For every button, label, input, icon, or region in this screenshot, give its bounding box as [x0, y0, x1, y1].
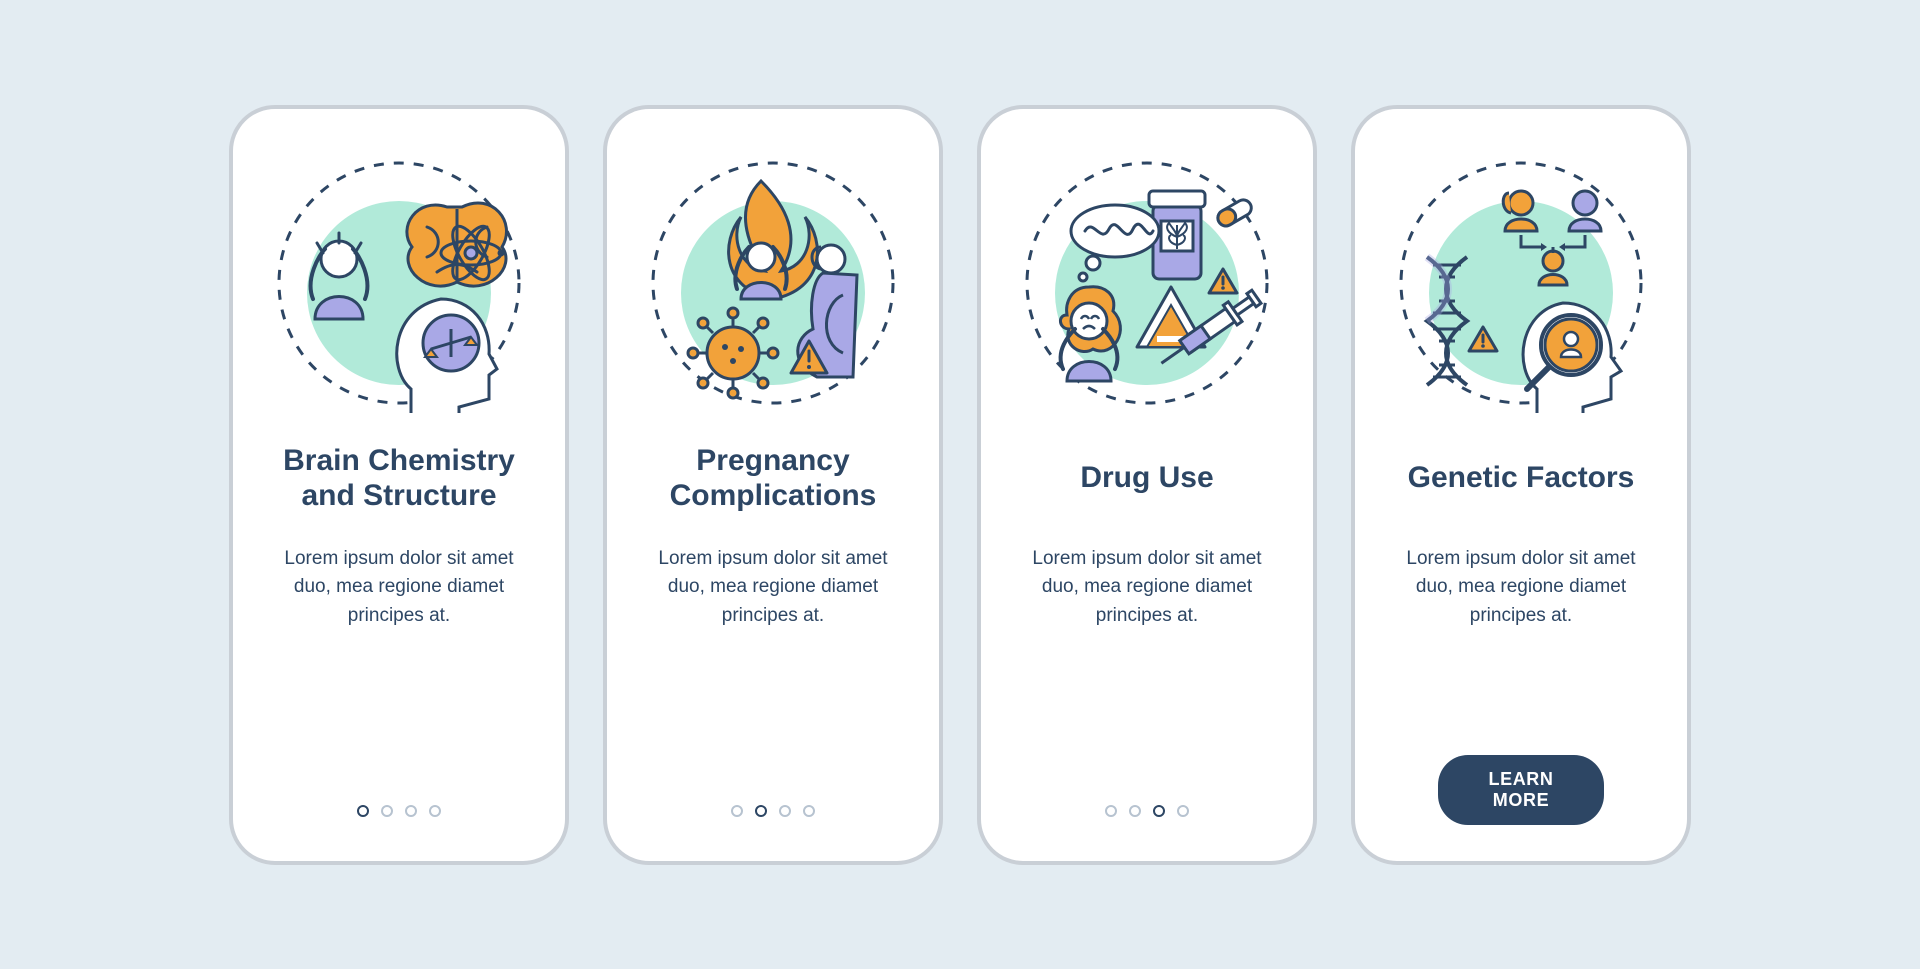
dot-3[interactable] [1153, 805, 1165, 817]
pagination-dots [981, 805, 1313, 817]
dot-2[interactable] [1129, 805, 1141, 817]
card-description: Lorem ipsum dolor sit amet duo, mea regi… [261, 545, 537, 631]
pagination-dots [607, 805, 939, 817]
card-pregnancy-complications: Pregnancy Complications Lorem ipsum dolo… [603, 105, 943, 865]
dot-4[interactable] [1177, 805, 1189, 817]
genetic-factors-icon [1391, 153, 1651, 413]
dot-3[interactable] [405, 805, 417, 817]
card-title: Brain Chemistry and Structure [277, 441, 521, 517]
brain-chemistry-icon [269, 153, 529, 413]
dot-1[interactable] [731, 805, 743, 817]
dot-3[interactable] [779, 805, 791, 817]
card-description: Lorem ipsum dolor sit amet duo, mea regi… [635, 545, 911, 631]
pagination-dots [233, 805, 565, 817]
dot-4[interactable] [429, 805, 441, 817]
card-genetic-factors: Genetic Factors Lorem ipsum dolor sit am… [1351, 105, 1691, 865]
card-title: Drug Use [1074, 441, 1219, 517]
dot-1[interactable] [1105, 805, 1117, 817]
card-description: Lorem ipsum dolor sit amet duo, mea regi… [1383, 545, 1659, 631]
onboarding-stage: Brain Chemistry and Structure Lorem ipsu… [189, 65, 1731, 905]
card-description: Lorem ipsum dolor sit amet duo, mea regi… [1009, 545, 1285, 631]
dot-4[interactable] [803, 805, 815, 817]
learn-more-button[interactable]: LEARN MORE [1438, 755, 1604, 825]
card-title: Pregnancy Complications [664, 441, 883, 517]
dot-2[interactable] [381, 805, 393, 817]
dot-2[interactable] [755, 805, 767, 817]
card-brain-chemistry: Brain Chemistry and Structure Lorem ipsu… [229, 105, 569, 865]
pregnancy-complications-icon [643, 153, 903, 413]
dot-1[interactable] [357, 805, 369, 817]
drug-use-icon [1017, 153, 1277, 413]
card-drug-use: Drug Use Lorem ipsum dolor sit amet duo,… [977, 105, 1317, 865]
card-title: Genetic Factors [1402, 441, 1641, 517]
